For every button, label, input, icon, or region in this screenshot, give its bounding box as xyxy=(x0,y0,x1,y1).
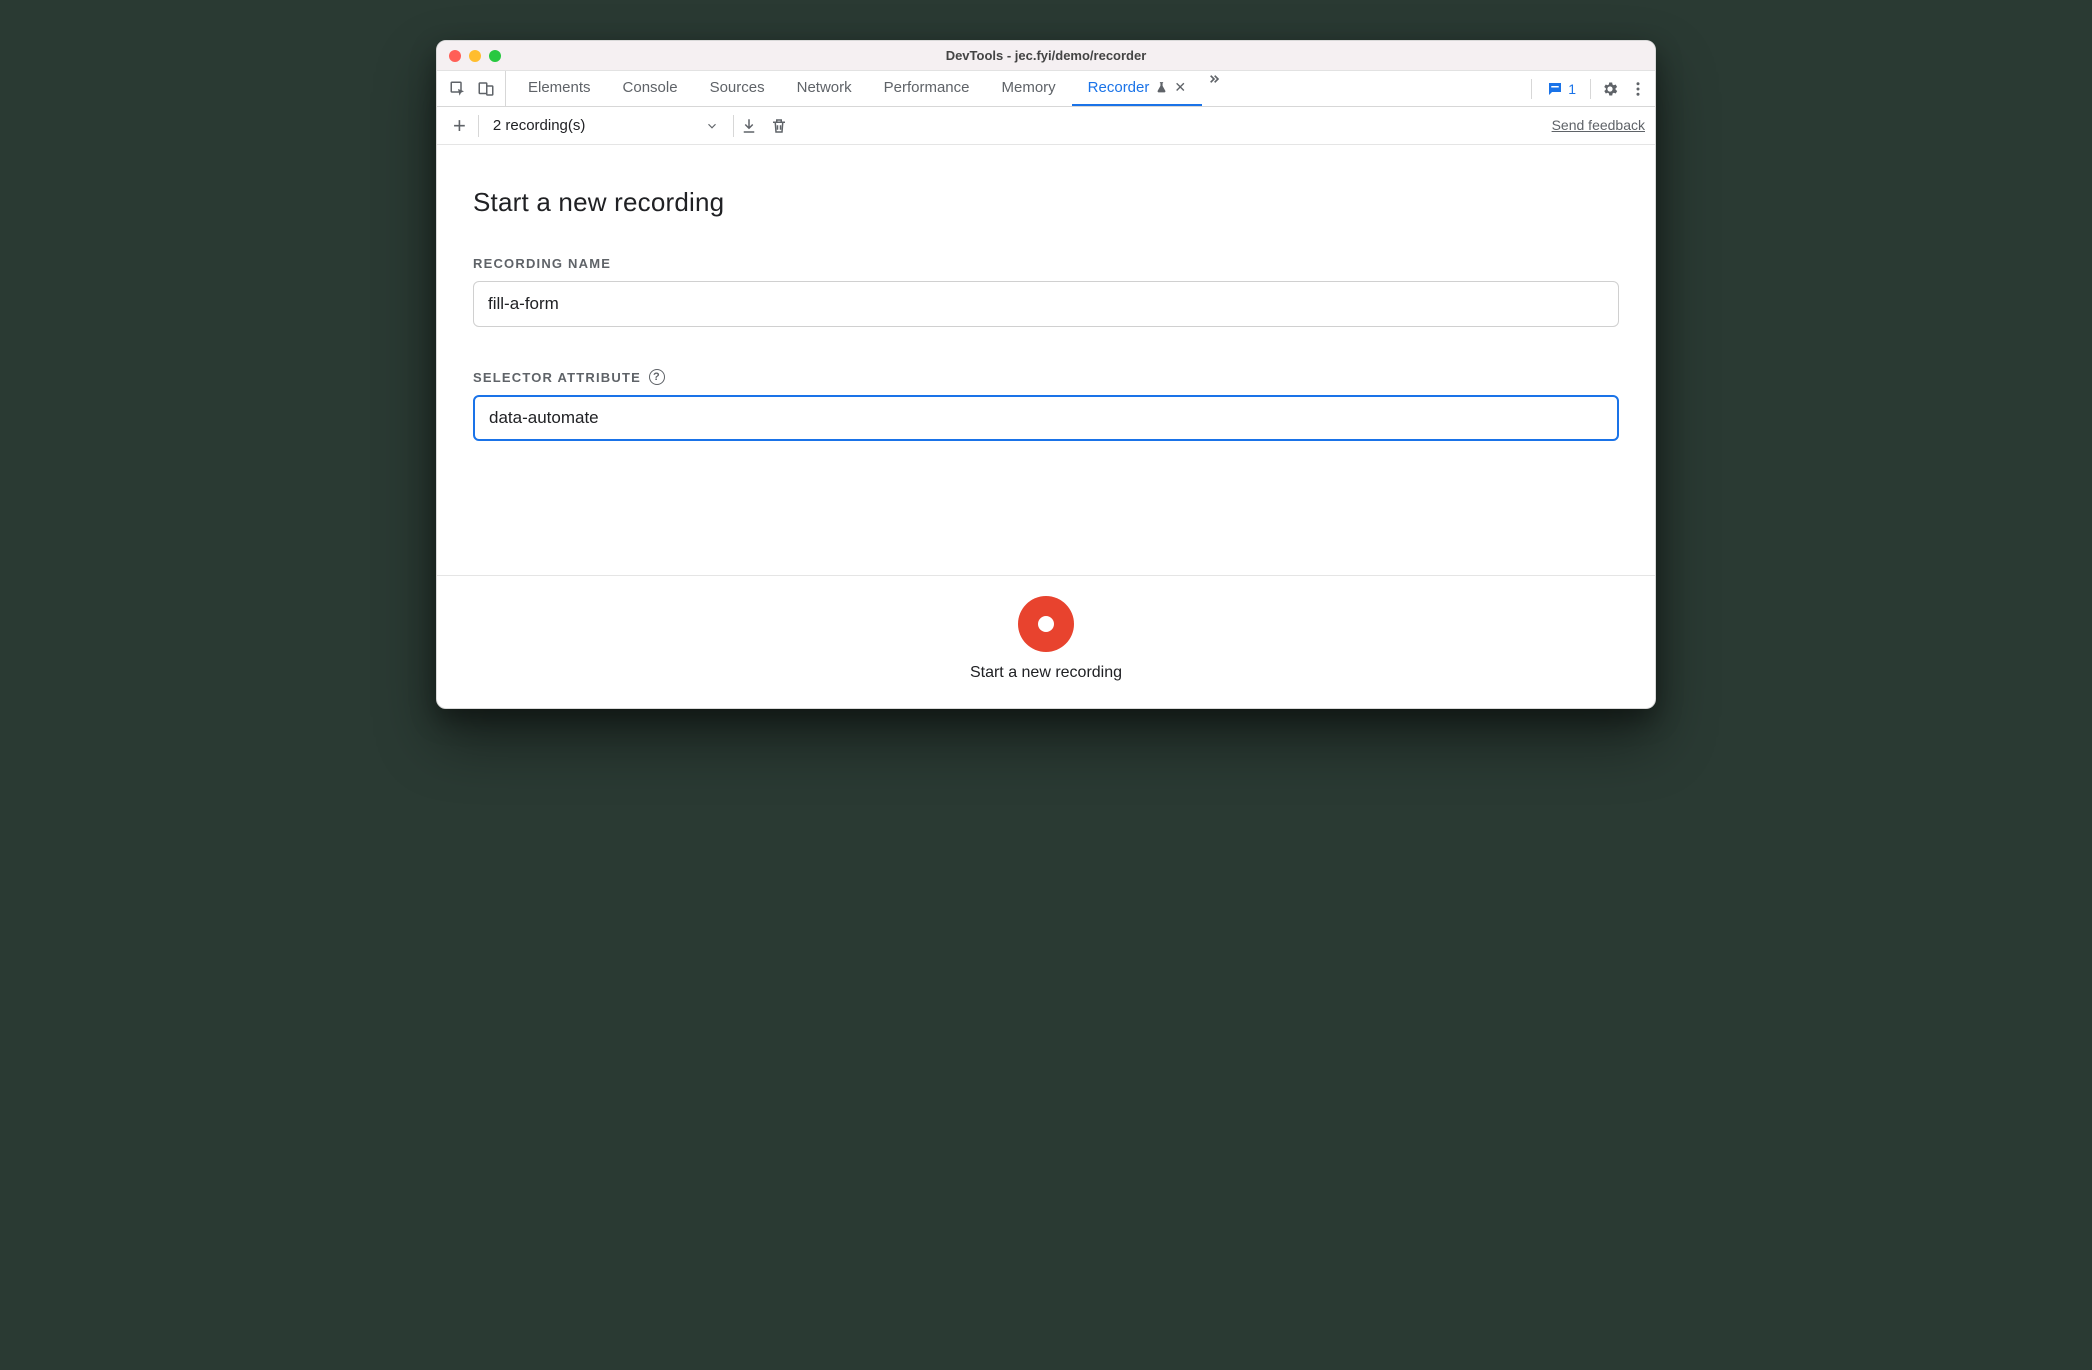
divider xyxy=(733,115,734,137)
devtools-window: DevTools - jec.fyi/demo/recorder Element… xyxy=(436,40,1656,709)
page-title: Start a new recording xyxy=(473,187,1619,218)
delete-icon[interactable] xyxy=(770,117,788,135)
tab-console[interactable]: Console xyxy=(607,71,694,106)
issues-badge[interactable]: 1 xyxy=(1542,78,1580,100)
tab-memory[interactable]: Memory xyxy=(986,71,1072,106)
tab-label: Performance xyxy=(884,79,970,96)
message-icon xyxy=(1546,80,1564,98)
selector-attribute-group: SELECTOR ATTRIBUTE ? xyxy=(473,369,1619,441)
settings-icon[interactable] xyxy=(1601,80,1619,98)
recording-name-input[interactable] xyxy=(473,281,1619,327)
tab-label: Recorder xyxy=(1088,79,1150,96)
footer-caption: Start a new recording xyxy=(970,664,1122,682)
more-tabs-icon[interactable] xyxy=(1202,71,1226,106)
help-icon[interactable]: ? xyxy=(649,369,665,385)
more-menu-icon[interactable] xyxy=(1629,80,1647,98)
recorder-toolbar: + 2 recording(s) Send feedback xyxy=(437,107,1655,145)
recorder-form: Start a new recording RECORDING NAME SEL… xyxy=(437,145,1655,575)
export-icon[interactable] xyxy=(740,117,758,135)
divider xyxy=(478,115,479,137)
experiment-icon xyxy=(1155,81,1168,94)
close-tab-icon[interactable]: ✕ xyxy=(1174,79,1186,96)
record-icon xyxy=(1038,616,1054,632)
tab-elements[interactable]: Elements xyxy=(512,71,607,106)
footer: Start a new recording xyxy=(437,575,1655,708)
panel-tabs: Elements Console Sources Network Perform… xyxy=(512,71,1202,106)
dock-icons xyxy=(445,71,506,106)
tab-performance[interactable]: Performance xyxy=(868,71,986,106)
window-controls xyxy=(449,50,501,62)
maximize-window-icon[interactable] xyxy=(489,50,501,62)
issues-count: 1 xyxy=(1568,81,1576,97)
new-recording-icon[interactable]: + xyxy=(447,113,472,139)
tab-label: Sources xyxy=(710,79,765,96)
recording-name-group: RECORDING NAME xyxy=(473,256,1619,327)
device-toolbar-icon[interactable] xyxy=(477,80,495,98)
divider xyxy=(1590,79,1591,99)
minimize-window-icon[interactable] xyxy=(469,50,481,62)
tab-sources[interactable]: Sources xyxy=(694,71,781,106)
chevron-down-icon xyxy=(705,119,719,133)
panel-tabs-row: Elements Console Sources Network Perform… xyxy=(437,71,1655,107)
start-recording-button[interactable] xyxy=(1018,596,1074,652)
recordings-dropdown[interactable]: 2 recording(s) xyxy=(485,117,728,134)
label-text: SELECTOR ATTRIBUTE xyxy=(473,370,641,385)
tab-network[interactable]: Network xyxy=(781,71,868,106)
recording-name-label: RECORDING NAME xyxy=(473,256,1619,271)
label-text: RECORDING NAME xyxy=(473,256,611,271)
tab-label: Elements xyxy=(528,79,591,96)
window-title: DevTools - jec.fyi/demo/recorder xyxy=(437,48,1655,63)
tab-label: Memory xyxy=(1002,79,1056,96)
tab-label: Network xyxy=(797,79,852,96)
tab-label: Console xyxy=(623,79,678,96)
titlebar: DevTools - jec.fyi/demo/recorder xyxy=(437,41,1655,71)
selector-attribute-input[interactable] xyxy=(473,395,1619,441)
send-feedback-link[interactable]: Send feedback xyxy=(1552,117,1645,133)
inspect-element-icon[interactable] xyxy=(449,80,467,98)
tab-recorder[interactable]: Recorder ✕ xyxy=(1072,71,1202,106)
recordings-dropdown-label: 2 recording(s) xyxy=(493,117,586,134)
tabs-right-controls: 1 xyxy=(1531,71,1647,106)
divider xyxy=(1531,79,1532,99)
close-window-icon[interactable] xyxy=(449,50,461,62)
selector-attribute-label: SELECTOR ATTRIBUTE ? xyxy=(473,369,1619,385)
